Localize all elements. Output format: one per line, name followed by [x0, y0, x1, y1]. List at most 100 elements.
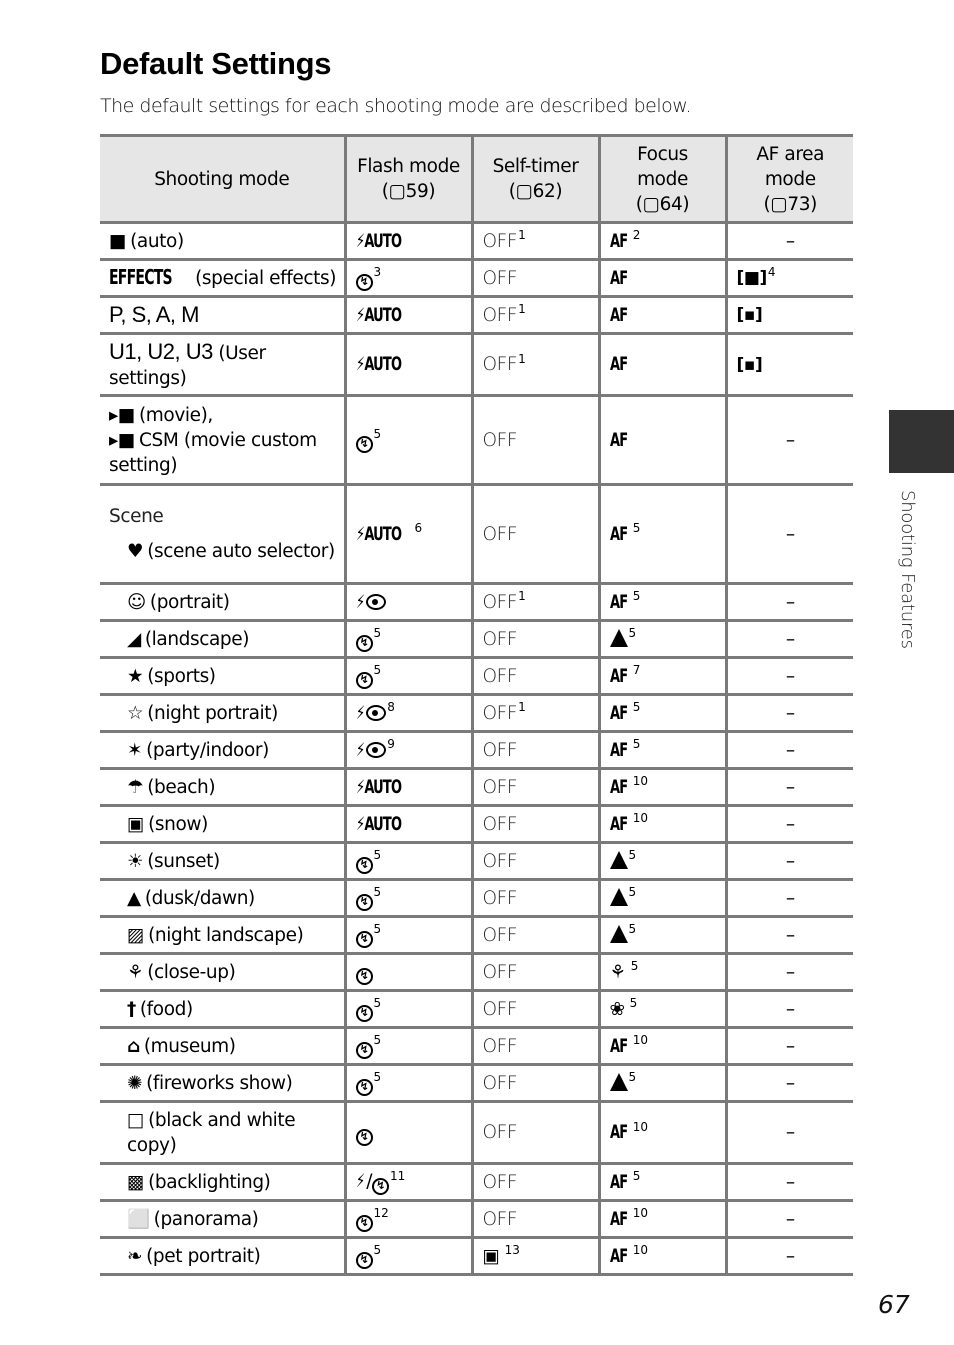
sports-icon: ★ — [127, 665, 144, 687]
mode-label: (special effects) — [195, 268, 337, 289]
af-area-cell: – — [724, 1027, 853, 1066]
timer-cell: OFF — [470, 842, 599, 881]
mode-cell: P, S, A, M — [100, 296, 345, 335]
timer-value: OFF — [482, 665, 518, 687]
table-row: EFFECTS (special effects) ↯3 OFF AF [■]4 — [100, 259, 853, 298]
focus-cell: AF — [597, 296, 726, 335]
timer-cell: OFF — [470, 484, 599, 585]
timer-cell: OFF — [470, 916, 599, 955]
timer-cell: OFF — [470, 395, 599, 486]
infinity-focus-icon — [609, 887, 628, 906]
footnote-ref: 5 — [628, 885, 637, 900]
af-area-value: – — [785, 998, 795, 1020]
flash-auto-icon: ⚡AUTO — [355, 813, 402, 835]
footnote-ref: 5 — [628, 848, 637, 863]
af-area-cell: – — [724, 484, 853, 585]
af-icon: AF — [609, 354, 628, 375]
table-row: ☺ (portrait) ⚡ OFF1 AF 5 – — [100, 583, 853, 622]
focus-cell: ❀ 5 — [597, 990, 726, 1029]
af-area-cell: – — [724, 953, 853, 992]
af-area-cell: – — [724, 1064, 853, 1103]
museum-icon: ⌂ — [127, 1035, 140, 1057]
footnote-ref: 12 — [373, 1205, 389, 1220]
center-af-icon: [▪] — [736, 305, 763, 325]
af-area-value: – — [785, 850, 795, 872]
flash-icon: ⚡ — [355, 591, 365, 613]
flash-off-icon: ↯ — [355, 894, 373, 911]
timer-value: OFF — [482, 267, 518, 289]
af-area-value: – — [785, 813, 795, 835]
focus-cell: 5 — [597, 1064, 726, 1103]
mode-label: (pet portrait) — [146, 1245, 261, 1267]
focus-cell: AF 5 — [597, 694, 726, 733]
footnote-ref: 5 — [632, 700, 641, 715]
af-area-cell: – — [724, 395, 853, 486]
red-eye-reduction-icon — [366, 593, 387, 610]
movie-icon: ▸■ — [109, 429, 135, 451]
flash-cell: ↯5 — [343, 657, 472, 696]
footnote-ref: 6 — [414, 521, 423, 536]
mode-cell: ☺ (portrait) — [100, 583, 345, 622]
mode-cell: ☂ (beach) — [100, 768, 345, 807]
table-row: ■ (auto) ⚡AUTO OFF1 AF 2 – — [100, 222, 853, 261]
flash-auto-icon: ⚡AUTO — [355, 776, 402, 798]
af-icon: AF — [609, 1035, 628, 1057]
header-flash-mode: Flash mode (▢59) — [343, 135, 472, 224]
af-area-value: – — [785, 776, 795, 798]
target-finding-af-icon: [■] — [736, 268, 768, 288]
flash-off-icon: ↯ — [355, 672, 373, 689]
af-area-cell: – — [724, 805, 853, 844]
separator: / — [366, 1171, 373, 1192]
flash-off-icon: ↯ — [355, 857, 373, 874]
mode-cell: ◢ (landscape) — [100, 620, 345, 659]
timer-cell: OFF — [470, 657, 599, 696]
flash-cell: ⚡AUTO — [343, 333, 472, 397]
timer-cell: OFF — [470, 805, 599, 844]
footnote-ref: 10 — [632, 811, 649, 826]
food-icon: † — [127, 998, 136, 1020]
timer-value: OFF — [482, 628, 518, 650]
timer-value: OFF — [482, 776, 518, 798]
footnote-ref: 10 — [632, 1033, 649, 1048]
footnote-ref: 10 — [632, 1243, 649, 1258]
sunset-icon: ☀ — [127, 850, 144, 872]
footnote-ref: 1 — [518, 589, 526, 604]
mode-label-main: U1, U2, U3 — [109, 338, 213, 364]
table-row: ★ (sports) ↯5 OFF AF 7– — [100, 657, 853, 696]
af-area-cell: – — [724, 1200, 853, 1239]
timer-value: OFF — [482, 1122, 518, 1143]
focus-cell: AF 10 — [597, 768, 726, 807]
footnote-ref: 13 — [504, 1243, 520, 1258]
footnote-ref: 1 — [518, 351, 526, 366]
table-row: P, S, A, M ⚡AUTO OFF1 AF [▪] — [100, 296, 853, 335]
mode-cell: ▨ (night landscape) — [100, 916, 345, 955]
table-row: ▣ (snow) ⚡AUTO OFF AF 10 – — [100, 805, 853, 844]
table-row: ⚘ (close-up) ↯ OFF ⚘ 5– — [100, 953, 853, 992]
af-area-cell: [▪] — [724, 296, 853, 335]
flash-cell: ↯12 — [343, 1200, 472, 1239]
header-page-ref: (▢59) — [381, 181, 436, 202]
footnote-ref: 7 — [632, 663, 641, 678]
af-icon: AF — [609, 429, 628, 451]
flash-off-icon: ↯ — [355, 635, 373, 652]
mode-cell: ✶ (party/indoor) — [100, 731, 345, 770]
header-text: Shooting mode — [154, 168, 290, 190]
footnote-ref: 5 — [632, 589, 641, 604]
header-page-ref: (▢64) — [635, 193, 690, 215]
af-area-value: – — [785, 1208, 795, 1230]
footnote-ref: 5 — [373, 847, 382, 862]
af-area-cell: – — [724, 916, 853, 955]
pet-auto-release-icon: ▣ — [482, 1245, 500, 1267]
mode-cell: ▣ (snow) — [100, 805, 345, 844]
mode-cell: EFFECTS (special effects) — [100, 259, 345, 298]
af-area-value: – — [785, 1035, 795, 1057]
flash-auto-icon: ⚡AUTO — [355, 523, 402, 545]
timer-cell: OFF1 — [470, 222, 599, 261]
mode-cell: ⚘ (close-up) — [100, 953, 345, 992]
timer-cell: OFF — [470, 731, 599, 770]
af-area-value: – — [785, 628, 795, 650]
af-area-cell: – — [724, 879, 853, 918]
timer-cell: OFF — [470, 1064, 599, 1103]
footnote-ref: 5 — [629, 996, 638, 1011]
movie-icon: ▸■ — [109, 404, 135, 426]
